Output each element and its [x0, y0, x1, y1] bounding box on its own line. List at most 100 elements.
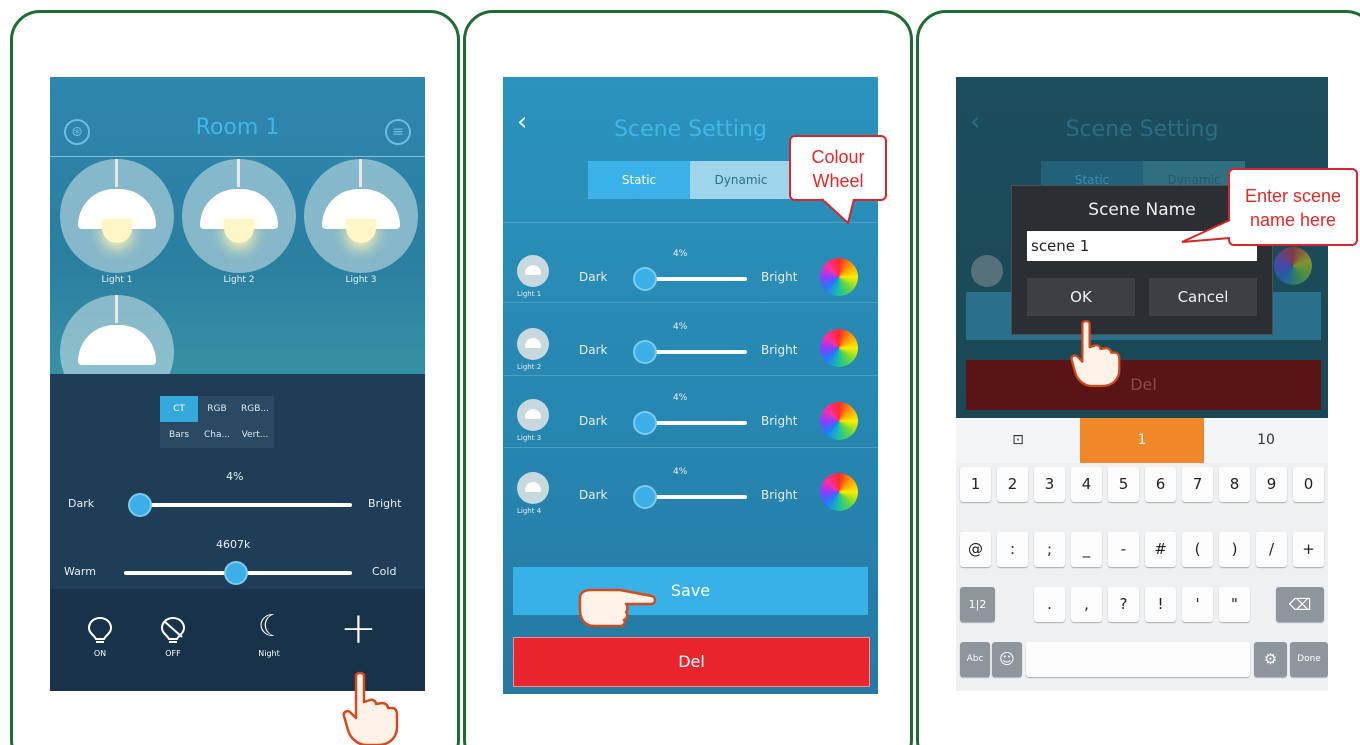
key-done[interactable]: Done: [1290, 642, 1328, 677]
space-key[interactable]: [1026, 642, 1250, 677]
key-hash[interactable]: #: [1145, 532, 1176, 567]
light-1-label: Light 1: [101, 275, 133, 285]
key-6[interactable]: 6: [1145, 467, 1176, 502]
key-7[interactable]: 7: [1182, 467, 1213, 502]
mode-rgb[interactable]: RGB: [198, 396, 236, 422]
clipboard-icon[interactable]: ⊡: [956, 418, 1080, 463]
row-light-name: Light 2: [517, 363, 542, 371]
colour-wheel-icon[interactable]: [820, 258, 858, 296]
add-icon[interactable]: +: [340, 603, 377, 654]
light-icon: [517, 328, 549, 360]
row-dark-label: Dark: [579, 488, 608, 502]
row-percent: 4%: [673, 393, 688, 403]
off-label: OFF: [165, 649, 181, 658]
colour-wheel-icon[interactable]: [820, 473, 858, 511]
key-underscore[interactable]: _: [1071, 532, 1102, 567]
row-brightness-knob[interactable]: [633, 267, 657, 291]
light-3-bulb[interactable]: [304, 159, 418, 273]
key-8[interactable]: 8: [1219, 467, 1250, 502]
key-4[interactable]: 4: [1071, 467, 1102, 502]
key-exclaim[interactable]: !: [1145, 587, 1176, 622]
key-comma[interactable]: ,: [1071, 587, 1102, 622]
on-label: ON: [93, 649, 107, 658]
dimmed-background: ‹ Scene Setting Static Dynamic Del Scene…: [956, 77, 1328, 418]
row-bright-label: Bright: [761, 488, 798, 502]
row-light-name: Light 4: [517, 507, 542, 515]
light-icon: [517, 399, 549, 431]
key-0[interactable]: 0: [1293, 467, 1324, 502]
row-dark-label: Dark: [579, 414, 608, 428]
key-quote[interactable]: ": [1219, 587, 1250, 622]
key-semicolon[interactable]: ;: [1034, 532, 1065, 567]
row-percent: 4%: [673, 322, 688, 332]
callout-tail: [821, 197, 855, 225]
row-brightness-knob[interactable]: [633, 485, 657, 509]
mode-ct[interactable]: CT: [160, 396, 198, 422]
suggestion-2[interactable]: 10: [1204, 418, 1328, 463]
delete-button[interactable]: Del: [513, 637, 870, 687]
key-question[interactable]: ?: [1108, 587, 1139, 622]
save-button[interactable]: Save: [513, 567, 868, 615]
key-3[interactable]: 3: [1034, 467, 1065, 502]
key-colon[interactable]: :: [997, 532, 1028, 567]
cancel-button[interactable]: Cancel: [1149, 278, 1257, 316]
temperature-min-label: Warm: [64, 565, 96, 578]
colour-wheel-icon: [1274, 247, 1312, 285]
light-icon: [971, 255, 1003, 287]
key-abc[interactable]: Abc: [960, 642, 990, 677]
ok-button[interactable]: OK: [1027, 278, 1135, 316]
key-2[interactable]: 2: [997, 467, 1028, 502]
tab-static[interactable]: Static: [588, 161, 690, 199]
mode-vertical[interactable]: Vert...: [236, 422, 274, 448]
night-label: Night: [258, 649, 280, 658]
brightness-knob[interactable]: [128, 493, 152, 517]
menu-icon[interactable]: ≡: [385, 119, 411, 145]
row-bright-label: Bright: [761, 270, 798, 284]
scene-setting-title-dimmed: Scene Setting: [1065, 117, 1219, 142]
key-plus[interactable]: +: [1293, 532, 1324, 567]
temperature-knob[interactable]: [224, 561, 248, 585]
row-dark-label: Dark: [579, 270, 608, 284]
delete-button-dimmed: Del: [966, 360, 1321, 410]
key-rparen[interactable]: ): [1219, 532, 1250, 567]
mode-bars[interactable]: Bars: [160, 422, 198, 448]
key-at[interactable]: @: [960, 532, 991, 567]
key-5[interactable]: 5: [1108, 467, 1139, 502]
room-screen: ⊛ Room 1 ≡ Light 1 Light 2 Light 3 CT RG…: [50, 77, 425, 691]
key-period[interactable]: .: [1034, 587, 1065, 622]
temperature-max-label: Cold: [372, 565, 397, 578]
enter-name-callout: Enter scene name here: [1228, 168, 1358, 246]
key-slash[interactable]: /: [1256, 532, 1287, 567]
bulb-on-icon[interactable]: [85, 615, 115, 645]
bulb-off-icon[interactable]: [158, 615, 188, 645]
temperature-value: 4607k: [216, 538, 251, 551]
key-apostrophe[interactable]: ': [1182, 587, 1213, 622]
settings-gear-icon[interactable]: ⚙: [1254, 642, 1287, 677]
row-brightness-knob[interactable]: [633, 340, 657, 364]
light-2-label: Light 2: [223, 275, 255, 285]
colour-wheel-icon[interactable]: [820, 329, 858, 367]
moon-icon[interactable]: ☾: [258, 609, 285, 644]
mode-chase[interactable]: Cha...: [198, 422, 236, 448]
key-symbol-page[interactable]: 1|2: [960, 587, 995, 622]
key-dash[interactable]: -: [1108, 532, 1139, 567]
suggestion-selected[interactable]: 1: [1080, 418, 1204, 463]
light-3-label: Light 3: [345, 275, 377, 285]
backspace-icon[interactable]: ⌫: [1276, 587, 1324, 622]
key-1[interactable]: 1: [960, 467, 991, 502]
brightness-slider[interactable]: [130, 503, 352, 507]
light-2-bulb[interactable]: [182, 159, 296, 273]
row-brightness-knob[interactable]: [633, 411, 657, 435]
colour-wheel-icon[interactable]: [820, 402, 858, 440]
mode-rgb-more[interactable]: RGB...: [236, 396, 274, 422]
row-bright-label: Bright: [761, 343, 798, 357]
header-divider: [50, 156, 425, 157]
key-lparen[interactable]: (: [1182, 532, 1213, 567]
row-percent: 4%: [673, 249, 688, 259]
hand-pointer-icon: [578, 588, 657, 628]
light-1-bulb[interactable]: [60, 159, 174, 273]
tab-dynamic[interactable]: Dynamic: [690, 161, 792, 199]
emoji-icon[interactable]: ☺: [992, 642, 1022, 677]
brightness-min-label: Dark: [68, 497, 95, 510]
key-9[interactable]: 9: [1256, 467, 1287, 502]
